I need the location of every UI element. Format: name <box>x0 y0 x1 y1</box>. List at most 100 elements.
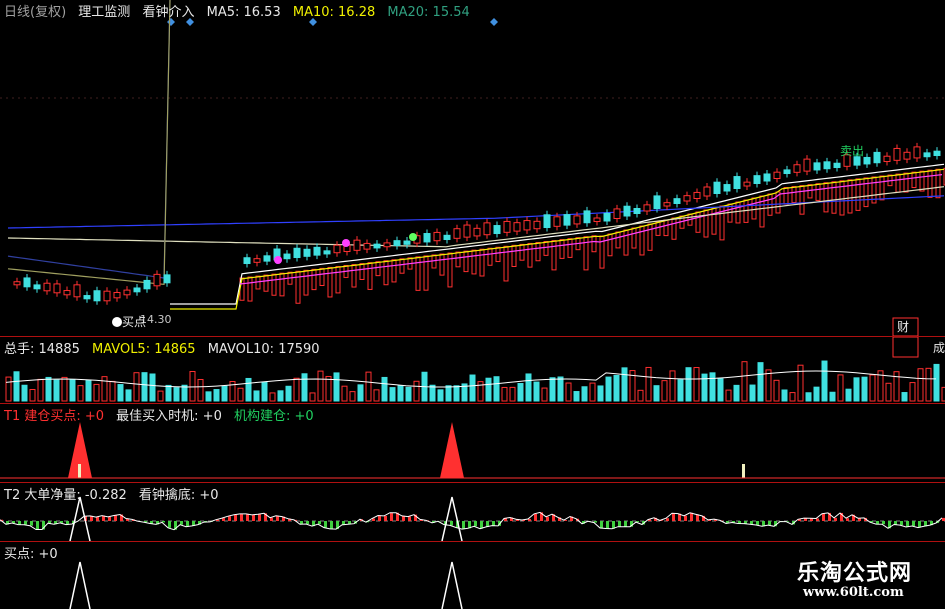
t2-bar <box>834 517 837 521</box>
volume-bar <box>37 378 44 402</box>
t2-bar <box>672 513 675 521</box>
candle-body <box>103 290 111 302</box>
volume-bar <box>741 361 748 402</box>
volume-bar <box>813 386 820 402</box>
volume-bar <box>205 391 212 402</box>
t2-bar <box>462 521 465 530</box>
volume-bar <box>885 382 892 402</box>
candle-body <box>383 242 391 248</box>
candle-body <box>543 214 551 229</box>
volume-bar <box>581 386 588 402</box>
candle-body <box>333 244 341 254</box>
volume-bar <box>837 374 844 402</box>
side-label-top: 财 <box>897 320 910 334</box>
ma5-value: MA5: 16.53 <box>206 5 281 20</box>
t2-bar <box>822 513 825 521</box>
volume-bar <box>637 389 644 402</box>
volume-bar <box>669 370 676 402</box>
volume-bar <box>397 385 404 402</box>
candle-body <box>453 228 461 239</box>
price-bar <box>655 221 661 236</box>
volume-bar <box>221 385 228 402</box>
price-bar <box>551 240 557 271</box>
volume-bar <box>661 380 668 402</box>
volume-bar <box>565 382 572 402</box>
volume-bar <box>237 387 244 402</box>
volume-bar <box>621 367 628 402</box>
volume-bar <box>677 379 684 402</box>
volume-bar <box>573 391 580 402</box>
volume-bar <box>517 383 524 402</box>
volume-pane[interactable]: 总手: 14885 MAVOL5: 14865 MAVOL10: 17590 成 <box>0 337 945 403</box>
price-bar <box>495 246 501 263</box>
t2-bar <box>24 521 27 525</box>
candle-body <box>523 220 531 231</box>
volume-bar <box>285 385 292 402</box>
price-bar <box>335 265 341 294</box>
price-bar <box>247 276 253 302</box>
candle-body <box>83 295 91 300</box>
volume-bar <box>869 374 876 402</box>
price-chart[interactable] <box>0 0 945 336</box>
t2-bar <box>882 521 885 525</box>
t2-bar <box>546 516 549 521</box>
volume-bar <box>509 386 516 402</box>
volume-bar <box>341 385 348 402</box>
candle-body <box>773 171 781 180</box>
side-label-volume: 成 <box>933 341 945 355</box>
volume-bar <box>805 392 812 402</box>
volume-bar <box>749 384 756 402</box>
t2-bar <box>756 521 759 526</box>
volume-bar <box>357 384 364 402</box>
ma10-value: MA10: 16.28 <box>292 5 376 20</box>
candle-body <box>443 234 451 241</box>
price-bar <box>471 249 477 275</box>
price-bar <box>375 261 381 277</box>
price-pane[interactable]: 日线(复权) 理工监测 看钟介入 MA5: 16.53 MA10: 16.28 … <box>0 0 945 336</box>
period-label[interactable]: 日线(复权) <box>4 5 66 20</box>
price-bar <box>799 185 805 215</box>
candle-body <box>473 227 481 237</box>
candle-body <box>593 217 601 223</box>
candle-body <box>433 231 441 242</box>
volume-bar <box>333 372 340 402</box>
candle-body <box>783 169 791 175</box>
volume-bar <box>317 370 324 402</box>
t1-pane[interactable]: T1 建仓买点: +0 最佳买入时机: +0 机构建仓: +0 <box>0 404 945 482</box>
price-bar <box>831 181 837 214</box>
candle-body <box>263 255 271 262</box>
price-bar <box>567 238 573 258</box>
volume-bar <box>109 380 116 402</box>
candle-body <box>923 152 931 158</box>
price-bar <box>527 242 533 268</box>
volume-bar <box>253 390 260 402</box>
buy-dot <box>112 317 122 327</box>
price-marker-label: 14.30 <box>140 313 172 326</box>
t3-spike <box>69 561 91 609</box>
t1-best-time: 最佳买入时机: +0 <box>116 409 222 424</box>
t2-bar <box>618 521 621 527</box>
volume-bar <box>701 373 708 402</box>
t2-bar <box>600 521 603 528</box>
price-bar <box>303 269 309 296</box>
price-bar <box>519 243 525 261</box>
volume-bar <box>757 362 764 402</box>
volume-bar <box>389 387 396 402</box>
volume-bar <box>165 384 172 402</box>
t2-bar <box>912 521 915 527</box>
price-header: 日线(复权) 理工监测 看钟介入 MA5: 16.53 MA10: 16.28 … <box>4 1 478 20</box>
t2-bar <box>474 521 477 527</box>
volume-bar <box>925 367 932 402</box>
volume-mavol5: MAVOL5: 14865 <box>92 342 196 357</box>
price-bar <box>895 173 901 193</box>
t2-bar <box>222 518 225 521</box>
t2-pane[interactable]: T2 大单净量: -0.282 看钟擒底: +0 <box>0 483 945 541</box>
pink-dot <box>342 239 350 247</box>
t2-bar <box>168 521 171 528</box>
volume-bar <box>277 390 284 402</box>
t2-bar <box>372 518 375 521</box>
volume-bar <box>245 377 252 402</box>
pink-dot <box>274 256 282 264</box>
volume-bar <box>605 376 612 402</box>
price-bar <box>935 168 941 199</box>
